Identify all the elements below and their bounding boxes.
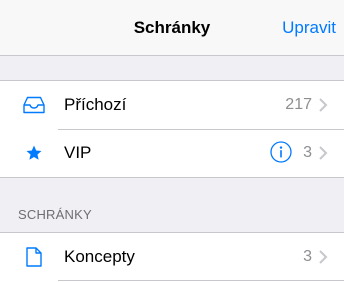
info-icon[interactable] <box>270 141 292 163</box>
mailbox-row-drafts[interactable]: Koncepty 3 <box>0 233 344 281</box>
chevron-right-icon <box>318 97 328 113</box>
mailbox-row-inbox[interactable]: Příchozí 217 <box>0 81 344 129</box>
mailbox-label: Příchozí <box>64 95 127 114</box>
navigation-bar: Schránky Upravit <box>0 0 344 56</box>
inbox-tray-icon <box>22 94 46 116</box>
mailbox-group: Příchozí 217 VIP 3 <box>0 80 344 178</box>
folder-group: Koncepty 3 <box>0 232 344 282</box>
edit-button[interactable]: Upravit <box>282 18 336 38</box>
star-icon <box>22 142 46 164</box>
mailbox-row-vip[interactable]: VIP 3 <box>0 129 344 177</box>
section-header: SCHRÁNKY <box>18 207 92 222</box>
mailbox-count: 3 <box>303 248 312 265</box>
mailbox-count: 3 <box>303 144 312 161</box>
mailboxes-screen: Schránky Upravit Příchozí 217 VIP 3 SCHR… <box>0 0 344 282</box>
mailbox-count: 217 <box>285 96 312 113</box>
chevron-right-icon <box>318 145 328 161</box>
mailbox-label: VIP <box>64 143 92 162</box>
chevron-right-icon <box>318 249 328 265</box>
mailbox-label: Koncepty <box>64 247 135 266</box>
row-divider <box>58 280 344 281</box>
document-icon <box>22 246 46 268</box>
